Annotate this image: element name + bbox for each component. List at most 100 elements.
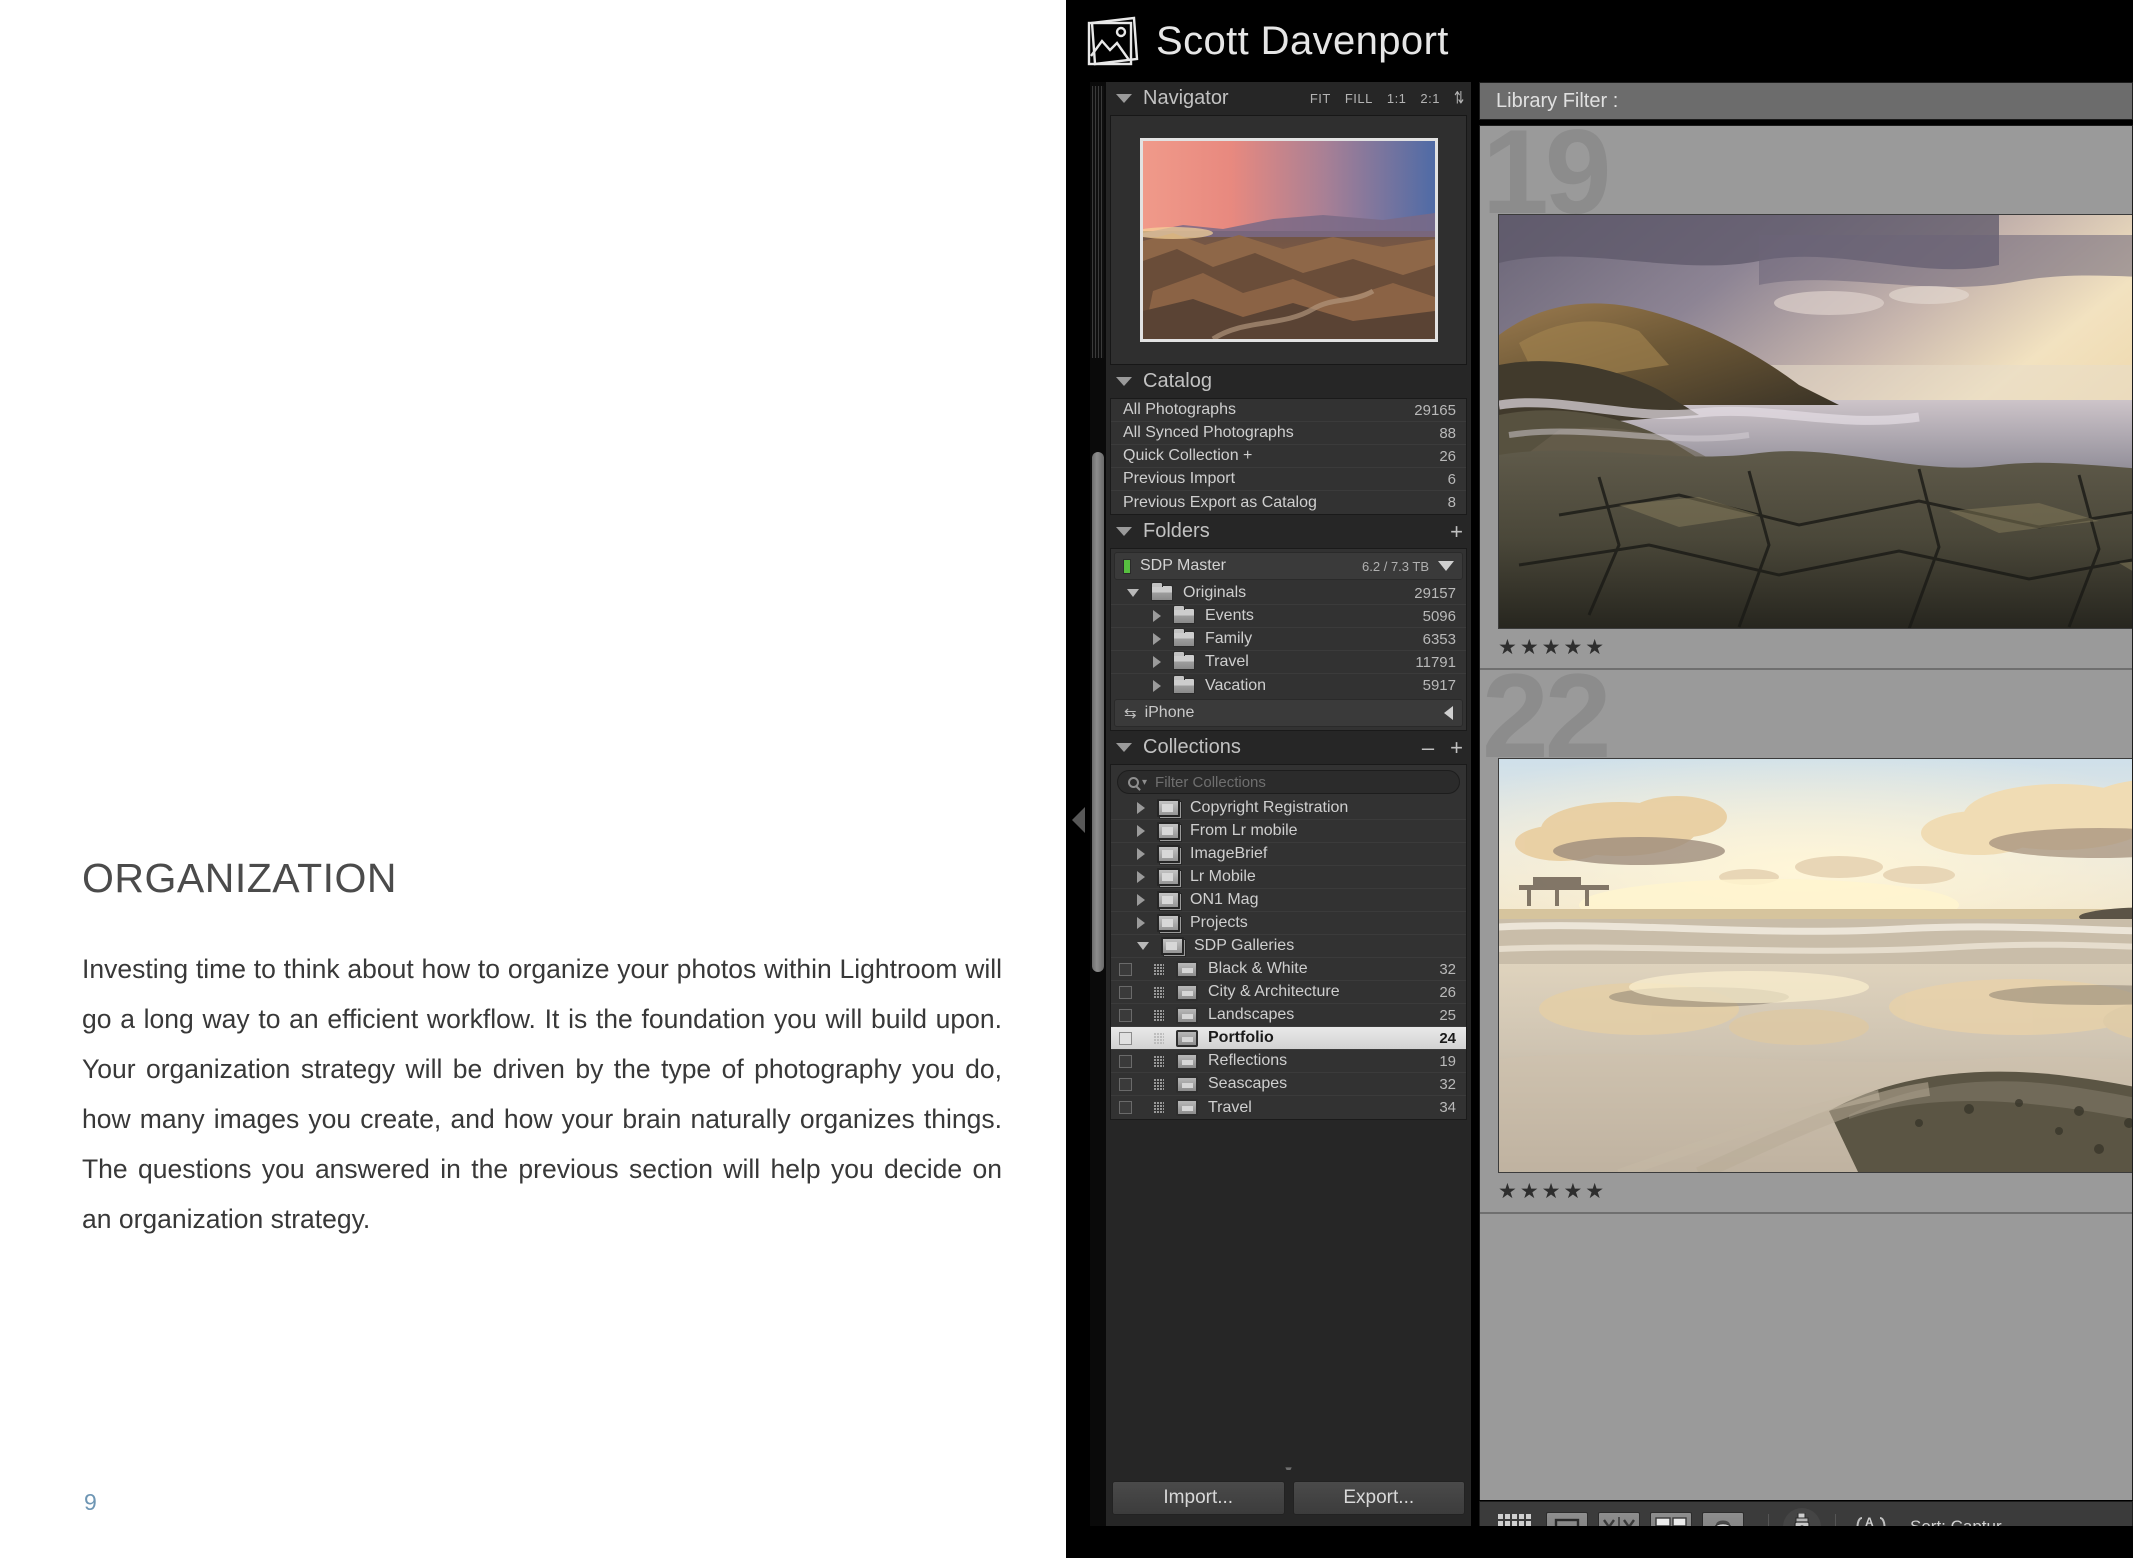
chevron-right-dotted-icon[interactable] xyxy=(1154,963,1164,975)
grid-view[interactable]: 19 ★★★★★ 22 ★★★★★ xyxy=(1479,125,2133,1500)
collection-row[interactable]: Projects xyxy=(1111,912,1466,935)
collection-row[interactable]: Travel 34 xyxy=(1111,1096,1466,1119)
export-button[interactable]: Export... xyxy=(1292,1481,1465,1515)
navigator-preview[interactable] xyxy=(1110,115,1467,365)
collection-set-icon xyxy=(1157,822,1180,840)
chevron-right-icon[interactable] xyxy=(1137,917,1145,929)
folder-name: Travel xyxy=(1205,653,1249,670)
collection-row[interactable]: ImageBrief xyxy=(1111,843,1466,866)
collection-set-icon xyxy=(1157,868,1180,886)
collection-row[interactable]: From Lr mobile xyxy=(1111,820,1466,843)
chevron-right-dotted-icon[interactable] xyxy=(1154,1009,1164,1021)
zoom-1-1[interactable]: 1:1 xyxy=(1387,91,1407,106)
folder-row[interactable]: Travel 11791 xyxy=(1111,651,1466,674)
plus-icon[interactable]: + xyxy=(1450,736,1463,758)
collection-row[interactable]: City & Architecture 26 xyxy=(1111,981,1466,1004)
catalog-panel-header[interactable]: Catalog xyxy=(1106,365,1471,398)
collection-checkbox[interactable] xyxy=(1119,1101,1132,1114)
collection-set-icon xyxy=(1157,914,1180,932)
collection-row[interactable]: Lr Mobile xyxy=(1111,866,1466,889)
collection-checkbox[interactable] xyxy=(1119,962,1132,976)
device-row-iphone[interactable]: ⇆ iPhone xyxy=(1114,699,1463,727)
chevron-right-icon[interactable] xyxy=(1137,825,1145,837)
collection-name: SDP Galleries xyxy=(1194,937,1295,954)
collection-checkbox[interactable] xyxy=(1119,1008,1132,1022)
folder-row[interactable]: Events 5096 xyxy=(1111,605,1466,628)
navigator-panel-header[interactable]: Navigator FIT FILL 1:1 2:1 ⇅ xyxy=(1106,82,1471,115)
collection-row[interactable]: Seascapes 32 xyxy=(1111,1073,1466,1096)
chevron-right-dotted-icon[interactable] xyxy=(1154,1102,1164,1113)
folder-count: 5096 xyxy=(1422,607,1456,625)
collection-checkbox[interactable] xyxy=(1119,1077,1132,1091)
collection-row[interactable]: Black & White 32 xyxy=(1111,958,1466,981)
collection-checkbox[interactable] xyxy=(1119,1054,1132,1068)
chevron-down-icon xyxy=(1116,94,1132,103)
folder-row[interactable]: Family 6353 xyxy=(1111,628,1466,651)
thumbnail[interactable] xyxy=(1498,214,2132,629)
chevron-right-icon[interactable] xyxy=(1137,871,1145,883)
collection-row[interactable]: ON1 Mag xyxy=(1111,889,1466,912)
collection-checkbox[interactable] xyxy=(1119,1031,1132,1045)
collection-set-icon xyxy=(1157,799,1180,817)
chevron-right-icon[interactable] xyxy=(1153,633,1161,645)
chevron-left-icon[interactable] xyxy=(1444,706,1453,720)
scrollbar-thumb[interactable] xyxy=(1092,452,1104,972)
folder-row[interactable]: Vacation 5917 xyxy=(1111,674,1466,697)
chevron-down-icon[interactable] xyxy=(1127,589,1139,597)
chevron-right-icon[interactable] xyxy=(1137,894,1145,906)
identity-plate[interactable]: Scott Davenport xyxy=(1066,0,2133,82)
chevron-down-icon[interactable] xyxy=(1137,942,1149,950)
minus-icon[interactable]: – xyxy=(1422,736,1434,758)
thumbnail[interactable] xyxy=(1498,758,2132,1173)
star-rating[interactable]: ★★★★★ xyxy=(1498,1179,2132,1204)
collection-row[interactable]: Copyright Registration xyxy=(1111,797,1466,820)
grid-cell[interactable]: 19 ★★★★★ xyxy=(1480,126,2132,670)
plus-icon[interactable]: + xyxy=(1450,520,1463,542)
catalog-row[interactable]: All Photographs 29165 xyxy=(1111,399,1466,422)
catalog-row-count: 26 xyxy=(1439,447,1456,465)
chevron-down-icon[interactable]: ▾ xyxy=(1142,777,1147,788)
collections-list: ▾ Filter Collections Copyright Registrat… xyxy=(1110,764,1467,1120)
collections-panel-header[interactable]: Collections – + xyxy=(1106,731,1471,764)
collection-checkbox[interactable] xyxy=(1119,985,1132,999)
left-panel-scrollbar[interactable] xyxy=(1090,82,1106,1558)
navigator-zoom-levels[interactable]: FIT FILL 1:1 2:1 ⇅ xyxy=(1310,89,1464,106)
chevron-right-icon[interactable] xyxy=(1137,802,1145,814)
collection-icon xyxy=(1176,1029,1198,1047)
zoom-fit[interactable]: FIT xyxy=(1310,91,1331,106)
import-button[interactable]: Import... xyxy=(1112,1481,1285,1515)
chevron-right-icon[interactable] xyxy=(1153,610,1161,622)
catalog-row[interactable]: All Synced Photographs 88 xyxy=(1111,422,1466,445)
left-panel-collapse-handle[interactable] xyxy=(1066,82,1090,1558)
chevron-right-dotted-icon[interactable] xyxy=(1154,1055,1164,1067)
folder-name: Originals xyxy=(1183,584,1247,601)
chevron-down-icon[interactable] xyxy=(1438,561,1454,571)
catalog-row-count: 8 xyxy=(1447,494,1456,511)
catalog-row[interactable]: Previous Export as Catalog 8 xyxy=(1111,491,1466,514)
collection-icon xyxy=(1176,1099,1198,1116)
catalog-row[interactable]: Previous Import 6 xyxy=(1111,468,1466,491)
chevron-right-dotted-icon[interactable] xyxy=(1154,986,1164,998)
zoom-2-1[interactable]: 2:1 xyxy=(1420,91,1440,106)
chevron-down-icon xyxy=(1116,527,1132,536)
sync-arrows-icon: ⇆ xyxy=(1124,705,1137,722)
folders-panel-header[interactable]: Folders + xyxy=(1106,515,1471,548)
up-down-arrows-icon[interactable]: ⇅ xyxy=(1454,89,1464,106)
folder-row[interactable]: Originals 29157 xyxy=(1111,582,1466,605)
collections-title: Collections xyxy=(1143,736,1241,758)
chevron-right-dotted-icon[interactable] xyxy=(1154,1078,1164,1090)
chevron-right-icon[interactable] xyxy=(1153,679,1161,692)
library-filter-bar[interactable]: Library Filter : xyxy=(1479,82,2133,120)
collection-row[interactable]: Landscapes 25 xyxy=(1111,1004,1466,1027)
collection-row[interactable]: Reflections 19 xyxy=(1111,1050,1466,1073)
volume-row-sdp-master[interactable]: SDP Master 6.2 / 7.3 TB xyxy=(1114,552,1463,580)
chevron-right-icon[interactable] xyxy=(1153,656,1161,668)
filter-collections-input[interactable]: ▾ Filter Collections xyxy=(1117,770,1460,794)
zoom-fill[interactable]: FILL xyxy=(1345,91,1373,106)
chevron-right-icon[interactable] xyxy=(1137,848,1145,860)
grid-cell[interactable]: 22 ★★★★★ xyxy=(1480,656,2132,1214)
collection-row-selected[interactable]: Portfolio 24 xyxy=(1111,1027,1466,1050)
chevron-right-dotted-icon[interactable] xyxy=(1154,1032,1164,1044)
catalog-row[interactable]: Quick Collection + 26 xyxy=(1111,445,1466,468)
collection-row[interactable]: SDP Galleries xyxy=(1111,935,1466,958)
